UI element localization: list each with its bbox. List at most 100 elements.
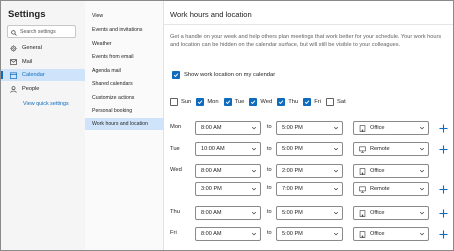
settings-sidebar: Settings Search settings General Mail Ca… — [1, 1, 85, 250]
day-thu[interactable]: Thu — [277, 98, 298, 106]
day-checkbox[interactable] — [196, 98, 205, 106]
end-time-dropdown[interactable]: 5:00 PM — [276, 206, 343, 220]
chevron-down-icon — [333, 232, 339, 236]
end-time-value: 5:00 PM — [282, 125, 303, 131]
day-checkbox[interactable] — [249, 98, 258, 106]
start-time-value: 8:00 AM — [201, 231, 222, 237]
people-icon — [10, 85, 17, 93]
building-icon — [359, 209, 366, 217]
sidebar-item-general[interactable]: General — [1, 42, 85, 54]
start-time-dropdown[interactable]: 8:00 AM — [195, 206, 261, 220]
subnav-item-events-from-email[interactable]: Events from email — [85, 51, 164, 63]
chevron-down-icon — [419, 187, 425, 191]
show-location-checkbox[interactable] — [172, 71, 180, 79]
calendar-icon — [10, 71, 17, 79]
end-time-dropdown[interactable]: 7:00 PM — [276, 182, 343, 196]
end-time-dropdown[interactable]: 5:00 PM — [276, 142, 343, 156]
end-time-dropdown[interactable]: 2:00 PM — [276, 164, 343, 178]
checkmark-icon — [225, 100, 230, 105]
subnav-item-events-and-invitations[interactable]: Events and invitations — [85, 24, 164, 36]
subnav-item-personal-booking[interactable]: Personal booking — [85, 105, 164, 117]
search-icon — [11, 23, 17, 41]
day-label: Sat — [336, 99, 346, 105]
subnav-item-view[interactable]: View — [85, 10, 164, 22]
plus-icon — [438, 208, 448, 218]
chevron-down-icon — [333, 147, 339, 151]
workdays-selector: Sun Mon Tue Wed Thu Fri Sat — [170, 98, 351, 106]
chevron-down-icon — [251, 169, 257, 173]
start-time-dropdown[interactable]: 8:00 AM — [195, 121, 261, 135]
day-label: Fri — [314, 99, 321, 105]
location-dropdown[interactable]: Office — [353, 164, 429, 178]
show-location-label: Show work location on my calendar — [184, 72, 276, 78]
chevron-down-icon — [419, 126, 425, 130]
page-title: Work hours and location — [170, 10, 252, 19]
add-time-block-button[interactable] — [438, 229, 448, 239]
start-time-value: 8:00 AM — [201, 210, 222, 216]
end-time-value: 5:00 PM — [282, 231, 303, 237]
search-settings-input[interactable]: Search settings — [7, 25, 76, 38]
sidebar-item-calendar[interactable]: Calendar — [1, 69, 85, 81]
start-time-value: 10:00 AM — [201, 146, 225, 152]
day-tue[interactable]: Tue — [223, 98, 245, 106]
to-label: to — [267, 146, 272, 152]
location-value: Remote — [370, 146, 390, 152]
location-dropdown[interactable]: Office — [353, 121, 429, 135]
to-label: to — [267, 124, 272, 130]
schedule-day-label: Fri — [170, 230, 177, 236]
chevron-down-icon — [251, 232, 257, 236]
end-time-dropdown[interactable]: 5:00 PM — [276, 227, 343, 241]
schedule-day-label: Wed — [170, 167, 182, 173]
plus-icon — [438, 144, 448, 154]
mail-icon — [10, 59, 17, 66]
location-dropdown[interactable]: Remote — [353, 182, 429, 196]
end-time-dropdown[interactable]: 5:00 PM — [276, 121, 343, 135]
search-placeholder: Search settings — [20, 28, 56, 35]
end-time-value: 7:00 PM — [282, 186, 303, 192]
add-time-block-button[interactable] — [438, 184, 448, 194]
subnav-item-weather[interactable]: Weather — [85, 38, 164, 50]
day-checkbox[interactable] — [303, 98, 312, 106]
to-label: to — [267, 230, 272, 236]
add-time-block-button[interactable] — [438, 123, 448, 133]
show-location-checkbox-row[interactable]: Show work location on my calendar — [172, 71, 275, 79]
subnav-item-agenda-mail[interactable]: Agenda mail — [85, 65, 164, 77]
day-wed[interactable]: Wed — [249, 98, 272, 106]
schedule-day-label: Tue — [170, 146, 180, 152]
location-dropdown[interactable]: Remote — [353, 142, 429, 156]
chevron-down-icon — [419, 169, 425, 173]
sidebar-item-people[interactable]: People — [1, 83, 85, 95]
subnav-item-customize-actions[interactable]: Customize actions — [85, 92, 164, 104]
start-time-dropdown[interactable]: 10:00 AM — [195, 142, 261, 156]
subnav-item-shared-calendars[interactable]: Shared calendars — [85, 78, 164, 90]
day-mon[interactable]: Mon — [196, 98, 219, 106]
day-checkbox[interactable] — [170, 98, 178, 106]
day-fri[interactable]: Fri — [303, 98, 321, 106]
day-sat[interactable]: Sat — [325, 98, 346, 106]
start-time-dropdown[interactable]: 3:00 PM — [195, 182, 261, 196]
location-dropdown[interactable]: Office — [353, 227, 429, 241]
plus-icon — [438, 229, 448, 239]
chevron-down-icon — [333, 169, 339, 173]
add-time-block-button[interactable] — [438, 144, 448, 154]
sidebar-item-label: Calendar — [22, 72, 45, 78]
view-quick-settings-link[interactable]: View quick settings — [23, 101, 69, 107]
day-sun[interactable]: Sun — [170, 98, 191, 106]
location-value: Remote — [370, 186, 390, 192]
location-dropdown[interactable]: Office — [353, 206, 429, 220]
settings-window: Settings Search settings General Mail Ca… — [0, 0, 454, 251]
to-label: to — [267, 209, 272, 215]
header-divider — [164, 24, 453, 25]
building-icon — [359, 230, 366, 238]
sidebar-item-mail[interactable]: Mail — [1, 56, 85, 68]
start-time-dropdown[interactable]: 8:00 AM — [195, 164, 261, 178]
day-label: Tue — [234, 99, 245, 105]
subnav-item-work-hours-and-location[interactable]: Work hours and location — [85, 118, 164, 130]
start-time-dropdown[interactable]: 8:00 AM — [195, 227, 261, 241]
day-checkbox[interactable] — [277, 98, 286, 106]
add-time-block-button[interactable] — [438, 208, 448, 218]
day-checkbox[interactable] — [223, 98, 232, 106]
day-checkbox[interactable] — [325, 98, 334, 106]
checkmark-icon — [198, 100, 203, 105]
checkmark-icon — [173, 73, 179, 78]
